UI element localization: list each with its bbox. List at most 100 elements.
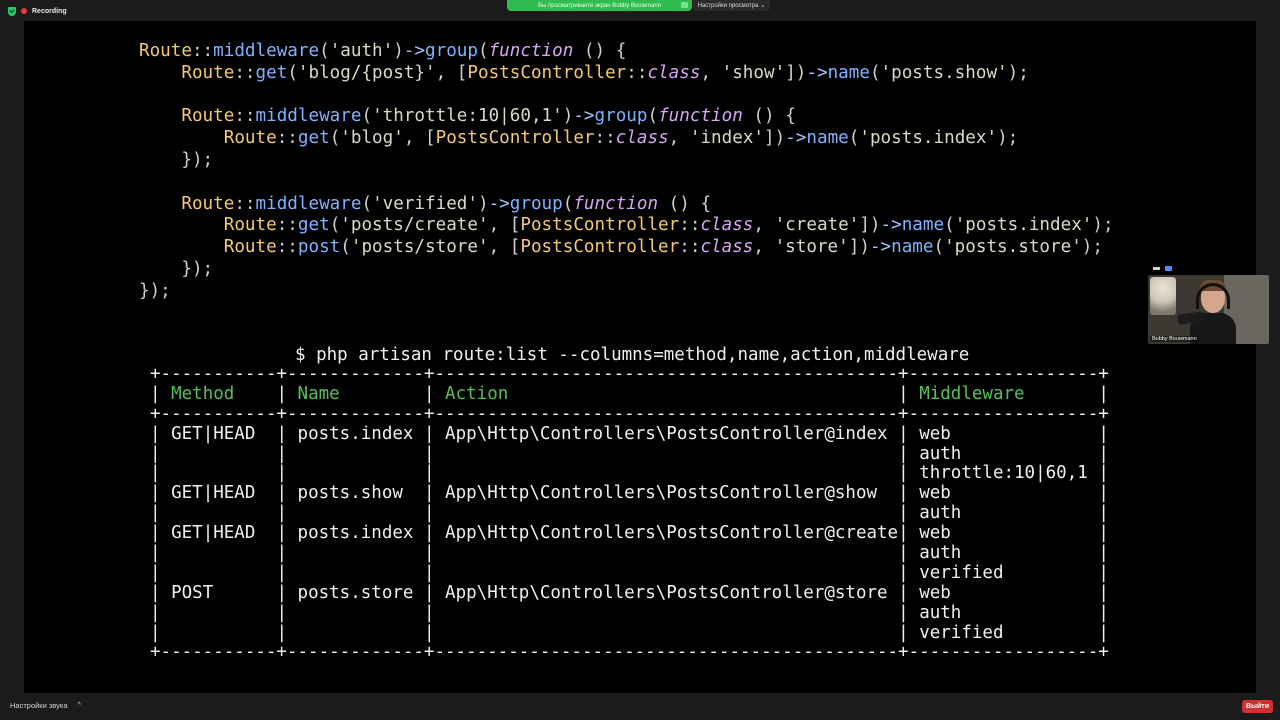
- code-line: Route::middleware('auth')->group(functio…: [139, 40, 626, 62]
- view-options-label: Настройки просмотра: [697, 2, 759, 9]
- code-token: () {: [742, 106, 796, 127]
- audio-settings-button[interactable]: Настройки звука ^: [10, 701, 81, 710]
- code-token: ::: [594, 128, 616, 149]
- table-row: | | | | verified |: [150, 562, 1109, 584]
- table-pipe: |: [423, 622, 435, 643]
- code-token: );: [1007, 62, 1029, 83]
- code-token: ->: [880, 215, 902, 236]
- table-pipe: |: [898, 622, 909, 643]
- code-token: ,: [700, 62, 722, 83]
- table-pipe: |: [1098, 562, 1109, 583]
- code-token: });: [139, 280, 171, 301]
- table-pipe: |: [898, 443, 909, 464]
- code-token: ::: [276, 128, 298, 149]
- code-line: Route::post('posts/store', [PostsControl…: [139, 236, 1103, 258]
- code-token: post: [297, 237, 341, 258]
- method-cell: POST: [160, 582, 277, 603]
- empty-cell: [435, 563, 899, 583]
- empty-cell: [287, 444, 424, 464]
- middleware-cell: verified: [908, 622, 1099, 643]
- table-pipe: |: [1098, 423, 1109, 444]
- leave-button[interactable]: Выйти: [1242, 700, 1273, 713]
- middleware-cell: auth: [908, 602, 1099, 623]
- audio-settings-label: Настройки звука: [10, 701, 68, 710]
- code-token: middleware: [213, 41, 320, 61]
- shield-icon: [8, 6, 16, 16]
- empty-cell: [161, 623, 277, 643]
- table-pipe: |: [423, 463, 435, 484]
- code-token: (: [329, 215, 341, 236]
- code-token: name: [901, 215, 945, 236]
- code-token: ::: [276, 237, 298, 258]
- table-pipe: |: [423, 523, 435, 544]
- table-pipe: |: [276, 622, 287, 643]
- code-token: );: [1092, 215, 1114, 236]
- code-token: );: [1081, 237, 1103, 258]
- code-token: 'store': [774, 237, 849, 258]
- code-token: class: [647, 62, 701, 83]
- code-token: 'show': [721, 62, 786, 83]
- table-row: | | | | auth |: [150, 543, 1109, 564]
- code-token: (: [848, 128, 860, 149]
- table-pipe: |: [150, 483, 161, 504]
- table-border: +-----------+-------------+-------------…: [150, 403, 1109, 424]
- table-pipe: |: [150, 602, 161, 623]
- table-pipe: |: [150, 523, 161, 544]
- table-pipe: |: [1098, 523, 1109, 544]
- code-token: Route: [181, 62, 235, 83]
- minimize-icon[interactable]: [1153, 266, 1160, 270]
- name-cell: posts.store: [287, 582, 424, 603]
- code-token: (: [478, 41, 489, 61]
- table-pipe: |: [150, 582, 161, 603]
- share-badge-icon: [681, 2, 688, 8]
- table-pipe: |: [150, 443, 161, 464]
- code-token: 'index': [689, 128, 765, 149]
- method-cell: GET|HEAD: [160, 523, 277, 544]
- table-pipe: |: [150, 503, 161, 524]
- table-border: +-----------+-------------+-------------…: [150, 364, 1109, 384]
- table-pipe: |: [898, 423, 909, 444]
- table-pipe: |: [1098, 622, 1109, 643]
- code-token: PostsController: [467, 62, 627, 83]
- table-pipe: |: [276, 602, 287, 623]
- code-token: , [: [488, 237, 521, 258]
- code-token: get: [255, 62, 288, 83]
- code-token: (: [361, 106, 373, 127]
- code-token: ::: [679, 237, 701, 258]
- empty-cell: [435, 623, 899, 643]
- participant-video[interactable]: Bobby Bouwmann: [1148, 275, 1269, 344]
- table-pipe: |: [423, 483, 435, 504]
- code-token: ->: [488, 193, 510, 214]
- code-token: 'posts/store': [350, 237, 489, 258]
- code-line: });: [139, 149, 213, 171]
- code-token: Route: [223, 215, 277, 236]
- code-token: name: [891, 237, 934, 258]
- code-token: name: [806, 128, 849, 149]
- recording-indicator[interactable]: Recording: [8, 4, 67, 18]
- table-pipe: |: [898, 562, 909, 583]
- table-row: | GET|HEAD | posts.index | App\Http\Cont…: [150, 523, 1109, 544]
- column-header: Name: [287, 383, 424, 404]
- table-pipe: |: [898, 383, 909, 404]
- code-token: function: [658, 106, 743, 127]
- view-toggle-icon[interactable]: [1165, 265, 1172, 271]
- table-pipe: |: [150, 543, 161, 564]
- code-token: ]): [785, 62, 807, 83]
- thumbnail-controls: [1153, 264, 1172, 272]
- table-pipe: |: [1098, 483, 1109, 504]
- empty-cell: [287, 543, 424, 563]
- code-token: });: [139, 259, 214, 279]
- zoom-bottom-bar: Настройки звука ^ Выйти: [0, 693, 1280, 720]
- empty-cell: [161, 603, 277, 623]
- code-token: group: [425, 41, 478, 61]
- table-pipe: |: [276, 383, 287, 404]
- view-options-button[interactable]: Настройки просмотра ⌄: [693, 0, 770, 11]
- table-border: +-----------+-------------+-------------…: [150, 642, 1109, 663]
- table-pipe: |: [898, 483, 909, 504]
- code-token: (: [361, 193, 373, 214]
- code-token: ::: [234, 193, 256, 214]
- table-pipe: |: [276, 582, 287, 603]
- code-line: Route::get('blog', [PostsController::cla…: [139, 127, 1019, 149]
